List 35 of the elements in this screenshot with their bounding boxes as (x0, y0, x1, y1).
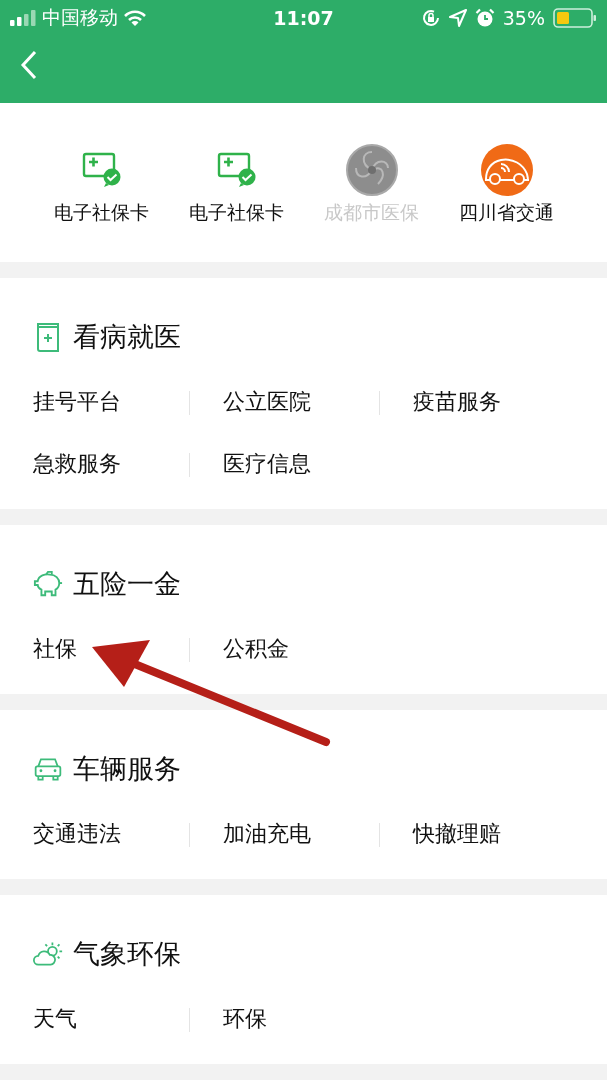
car-logo-icon (480, 144, 533, 196)
service-shortcut[interactable]: 电子社保卡 (169, 146, 304, 226)
service-link[interactable]: 急救服务 (33, 449, 121, 479)
section-title: 气象环保 (73, 937, 181, 971)
medical-book-icon (35, 321, 61, 353)
service-link[interactable]: 快撤理赔 (413, 819, 501, 849)
service-link[interactable]: 加油充电 (223, 819, 311, 849)
service-link[interactable]: 社保 (33, 634, 77, 664)
service-link[interactable]: 天气 (33, 1004, 77, 1034)
piggy-bank-icon (33, 569, 63, 599)
service-shortcut[interactable]: 四川省交通 (439, 146, 574, 226)
clock-time: 11:07 (273, 7, 334, 29)
back-icon (20, 50, 38, 80)
service-shortcut[interactable]: 电子社保卡 (34, 146, 169, 226)
location-icon (448, 9, 467, 27)
section-title: 看病就医 (73, 320, 181, 354)
service-link[interactable]: 交通违法 (33, 819, 121, 849)
back-button[interactable] (20, 50, 38, 80)
weather-icon (33, 940, 63, 968)
service-link[interactable]: 公立医院 (223, 387, 311, 417)
battery-icon (553, 8, 597, 28)
emblem-icon (345, 144, 398, 196)
carrier-name: 中国移动 (42, 5, 118, 30)
service-link[interactable]: 挂号平台 (33, 387, 121, 417)
rotation-lock-icon (420, 8, 441, 28)
service-link[interactable]: 环保 (223, 1004, 267, 1034)
section-title: 五险一金 (73, 567, 181, 601)
service-link[interactable]: 疫苗服务 (413, 387, 501, 417)
battery-percent: 35% (502, 7, 545, 29)
alarm-icon (474, 8, 495, 28)
section-title: 车辆服务 (73, 752, 181, 786)
service-link[interactable]: 公积金 (223, 634, 289, 664)
service-link[interactable]: 医疗信息 (223, 449, 311, 479)
wifi-icon (124, 9, 146, 27)
signal-icon (10, 10, 36, 26)
